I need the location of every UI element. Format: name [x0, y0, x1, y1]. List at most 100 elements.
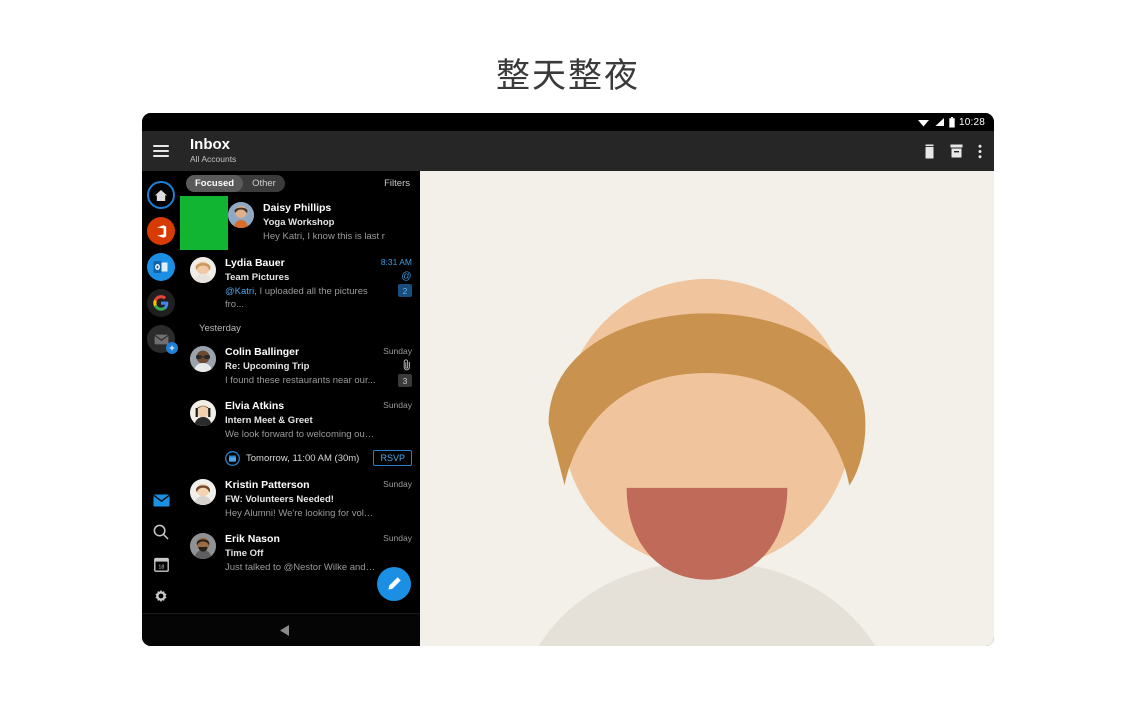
event-time-text: Tomorrow, 11:00 AM (30m): [246, 453, 359, 464]
timestamp: Sunday: [383, 533, 412, 543]
add-account-icon[interactable]: +: [147, 325, 175, 353]
status-clock: 10:28: [959, 117, 985, 128]
sender-name: Kristin Patterson: [225, 479, 377, 492]
attachment-paperclip-icon: [403, 359, 412, 371]
list-item-meta: Sunday: [377, 400, 412, 441]
avatar: [190, 533, 216, 559]
message-list-header: Focused Other Filters: [180, 171, 420, 196]
wifi-icon: [917, 117, 930, 127]
preview: Hey Alumni! We're looking for volunteers…: [225, 507, 377, 520]
mail-nav-icon[interactable]: [153, 494, 170, 507]
unread-badge: 2: [398, 284, 412, 297]
hamburger-menu-icon[interactable]: [153, 145, 169, 157]
rsvp-button[interactable]: RSVP: [373, 450, 412, 466]
app-bar-actions: [924, 144, 984, 159]
delete-icon[interactable]: [924, 144, 935, 159]
sender-name: Elvia Atkins: [225, 400, 377, 413]
preview: Just talked to @Nestor Wilke and he...: [225, 561, 377, 574]
sender-name: Lydia Bauer: [225, 257, 375, 270]
app-bar-titles: Inbox All Accounts: [190, 137, 236, 165]
list-item-content: Daisy Phillips Yoga Workshop Hey Katri, …: [263, 202, 412, 250]
avatar: [190, 346, 216, 372]
at-mention-icon: @: [401, 270, 412, 281]
overflow-menu-icon[interactable]: [978, 144, 982, 159]
preview: @Katri, I uploaded all the pictures fro.…: [225, 285, 375, 311]
swipe-foreground: Daisy Phillips Yoga Workshop Hey Katri, …: [228, 196, 420, 250]
settings-nav-icon[interactable]: [153, 589, 169, 605]
subject: Time Off: [225, 547, 377, 560]
list-item-meta: 8:31 AM @ 2: [375, 257, 412, 311]
avatar: [440, 477, 465, 502]
list-item[interactable]: Kristin Patterson FW: Volunteers Needed!…: [180, 472, 420, 526]
avatar: [190, 257, 216, 283]
compose-pencil-icon: [386, 576, 402, 592]
page-title: 整天整夜: [0, 48, 1136, 97]
battery-icon: [949, 117, 955, 128]
add-plus-badge: +: [166, 342, 178, 354]
subject: Yoga Workshop: [263, 216, 412, 229]
preview: Hey Katri, I know this is last r: [263, 230, 412, 243]
device-frame: 10:28 Inbox All Accounts: [142, 113, 994, 646]
list-item-content: Lydia Bauer Team Pictures @Katri, I uplo…: [225, 257, 375, 311]
office-account-icon[interactable]: [147, 217, 175, 245]
list-item-content: Kristin Patterson FW: Volunteers Needed!…: [225, 479, 377, 520]
list-item[interactable]: Elvia Atkins Intern Meet & Greet We look…: [180, 393, 420, 447]
app-body: + 18: [142, 171, 994, 613]
subject: FW: Volunteers Needed!: [225, 493, 377, 506]
timestamp: 8:31 AM: [381, 257, 412, 267]
page-title-inbox: Inbox: [190, 137, 236, 153]
subject: Intern Meet & Greet: [225, 414, 377, 427]
list-item[interactable]: Colin Ballinger Re: Upcoming Trip I foun…: [180, 339, 420, 393]
avatar: [190, 400, 216, 426]
focused-other-pivot: Focused Other: [186, 175, 285, 192]
avatar: [228, 202, 254, 228]
compose-fab-button[interactable]: [377, 567, 411, 601]
list-item-content: Elvia Atkins Intern Meet & Greet We look…: [225, 400, 377, 441]
event-rsvp-row: Tomorrow, 11:00 AM (30m) RSVP: [180, 447, 420, 472]
status-bar: 10:28: [142, 113, 994, 131]
home-account-icon[interactable]: [147, 181, 175, 209]
pivot-other[interactable]: Other: [243, 175, 285, 192]
back-triangle-icon[interactable]: [279, 624, 291, 637]
archive-icon[interactable]: [950, 144, 963, 158]
rail-nav: 18: [142, 494, 180, 605]
signal-icon: [934, 117, 945, 127]
message-header: Lydia Bauer to Henry Brill +2 8:31 AM: [440, 477, 972, 503]
rail-accounts: +: [147, 171, 175, 353]
app-bar: Inbox All Accounts: [142, 131, 994, 171]
svg-text:18: 18: [158, 565, 164, 571]
list-item-meta: Sunday 3: [377, 346, 412, 387]
day-separator: Yesterday: [180, 317, 420, 339]
list-item-content: Colin Ballinger Re: Upcoming Trip I foun…: [225, 346, 377, 387]
search-nav-icon[interactable]: [153, 524, 169, 540]
calendar-nav-icon[interactable]: 18: [154, 557, 169, 572]
google-account-icon[interactable]: [147, 289, 175, 317]
account-rail: + 18: [142, 171, 180, 613]
mention-token: @Katri: [225, 286, 254, 297]
list-item[interactable]: Daisy Phillips Yoga Workshop Hey Katri, …: [180, 196, 420, 250]
timestamp: Sunday: [383, 400, 412, 410]
calendar-event-icon: [225, 451, 240, 466]
list-item-meta: Sunday: [377, 479, 412, 520]
sender-name: Daisy Phillips: [263, 202, 412, 215]
timestamp: Sunday: [383, 346, 412, 356]
reading-pane: Team Pictures Mona Kane to Henry Brill, …: [420, 171, 994, 613]
list-item[interactable]: Lydia Bauer Team Pictures @Katri, I uplo…: [180, 250, 420, 317]
count-badge: 3: [398, 374, 412, 387]
avatar: [190, 479, 216, 505]
pivot-focused[interactable]: Focused: [186, 175, 243, 192]
filters-button[interactable]: Filters: [384, 178, 410, 189]
message-card[interactable]: Lydia Bauer to Henry Brill +2 8:31 AM @K…: [428, 467, 984, 578]
page-subtitle-accounts: All Accounts: [190, 154, 236, 165]
sender-name: Colin Ballinger: [225, 346, 377, 359]
list-item-content: Erik Nason Time Off Just talked to @Nest…: [225, 533, 377, 574]
outlook-account-icon[interactable]: [147, 253, 175, 281]
subject: Team Pictures: [225, 271, 375, 284]
message-list-panel: Focused Other Filters: [180, 171, 420, 613]
sender-name: Erik Nason: [225, 533, 377, 546]
preview: We look forward to welcoming our fall in…: [225, 428, 377, 441]
subject: Re: Upcoming Trip: [225, 360, 377, 373]
preview: I found these restaurants near our...: [225, 374, 377, 387]
svg-text:@: @: [401, 271, 411, 281]
timestamp: Sunday: [383, 479, 412, 489]
